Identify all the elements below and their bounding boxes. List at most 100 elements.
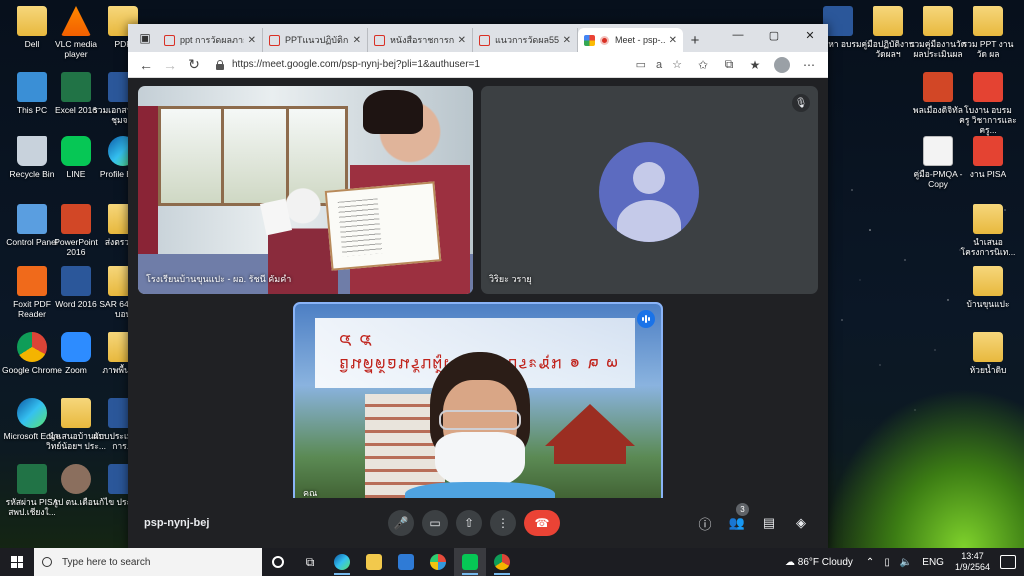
line-icon [462,554,478,570]
refresh-icon[interactable]: ↻ [182,56,206,73]
maximize-icon[interactable]: ▢ [756,24,792,46]
folder-icon [61,398,91,428]
desktop-icon[interactable]: ห้วยน้ำดิบ [958,332,1018,375]
person-icon [61,464,91,494]
tab-official-letter[interactable]: หนังสือราชการการวั... ✕ [368,28,473,52]
end-call-button[interactable]: ☎ [524,510,560,536]
participant-tile[interactable]: โรงเรียนบ้านขุนแปะ - ผอ. รัชนี คัมคำ [138,86,473,294]
participant-tile-active-speaker[interactable]: ยินดีต้อนรับผู้เข้าร่วมประชุม ๑ ๒ ๓ ๔ ๕ … [293,302,663,510]
meeting-info-button[interactable]: ⓘ [696,511,714,535]
taskbar-search[interactable]: Type here to search [34,548,262,576]
tab-meet[interactable]: Meet - psp-... ✕ [578,28,683,52]
close-icon[interactable]: ✕ [458,35,466,46]
taskbar-file-explorer[interactable] [358,548,390,576]
desktop-icon[interactable]: นำเสนอ โครงการนิเท... [958,204,1018,257]
show-hidden-icons[interactable]: ⌃ [866,557,874,568]
desktop-icon-label: รูป ตน.เดือน [53,497,99,507]
desktop-icon[interactable]: งาน PISA [958,136,1018,179]
pdf-icon [479,34,490,46]
desktop-icon-label: โบงาน อบรม ครู วิชาการและครู... [959,105,1017,135]
task-view-button[interactable]: ⧉ [294,548,326,576]
desktop-icon-label: พลเมืองดิจิทัล [913,105,963,115]
participant-tile[interactable]: 🎙 วิริยะ วรายุ [481,86,818,294]
taskbar-chrome[interactable] [486,548,518,576]
folder-icon [973,266,1003,296]
taskbar-line[interactable] [454,548,486,576]
collections-icon[interactable]: ⧉ [716,57,742,72]
network-icon[interactable]: ▯ [884,557,890,568]
clock-time: 13:47 [961,551,984,561]
taskbar-mail[interactable] [390,548,422,576]
camera-button[interactable]: ▭ [422,510,448,536]
tab-title: Meet - psp-... [615,35,665,45]
close-icon[interactable]: ✕ [563,35,571,46]
address-bar: ← → ↻ https://meet.google.com/psp-nynj-b… [128,52,828,78]
cp-icon [17,204,47,234]
tab-actions-icon[interactable]: ▣ [134,27,156,49]
volume-icon[interactable]: 🔈 [900,557,912,568]
desktop-icon[interactable]: บ้านขุนแปะ [958,266,1018,309]
new-tab-button[interactable]: + [683,28,707,52]
meet-icon [584,34,595,46]
extensions-icon[interactable]: ✩ [690,58,716,72]
chrome-icon [494,554,510,570]
pdf-icon [973,72,1003,102]
forward-icon[interactable]: → [158,57,182,73]
translate-icon[interactable]: a [656,59,662,71]
minimize-icon[interactable]: — [720,24,756,46]
profile-avatar[interactable] [774,56,790,73]
zoom-icon [61,332,91,362]
chrome-icon [17,332,47,362]
close-icon[interactable]: ✕ [353,35,361,46]
back-icon[interactable]: ← [134,57,158,73]
url-field[interactable]: https://meet.google.com/psp-nynj-bej?pli… [214,55,682,75]
close-icon[interactable]: ✕ [248,35,256,46]
start-button[interactable] [0,548,34,576]
video-certificate [324,181,442,271]
chat-button[interactable]: ▤ [760,511,778,535]
excel-icon [61,72,91,102]
tab-measurement-guide[interactable]: แนวการวัดผล555.p... ✕ [473,28,578,52]
desktop-icon-label: งาน PISA [969,169,1007,179]
cortana-button[interactable] [262,548,294,576]
desktop-icon-label: ห้วยน้ำดิบ [969,365,1007,375]
taskbar-paint[interactable] [422,548,454,576]
activities-button[interactable]: ◈ [792,511,810,535]
star-icon[interactable]: ☆ [672,58,682,71]
windows-icon [11,556,23,568]
weather-text: 86°F Cloudy [797,556,853,568]
microphone-button[interactable]: 🎤 [388,510,414,536]
video-temple [545,404,635,464]
tab-ppt-measurement[interactable]: ppt การวัดผลภายใ... ✕ [158,28,263,52]
notifications-icon[interactable] [1000,555,1016,569]
favorites-icon[interactable]: ★ [742,58,768,72]
weather-widget[interactable]: ☁ 86°F Cloudy [785,557,853,568]
desktop-icon-label: Excel 2016 [54,105,98,115]
desktop-icon[interactable]: รวม PPT งานวัด ผล [958,6,1018,59]
close-window-icon[interactable]: ✕ [792,24,828,46]
window-controls: — ▢ ✕ [720,24,828,46]
avatar [599,142,699,242]
camera-icon[interactable]: ▭ [636,58,646,71]
more-icon[interactable]: ⋯ [796,58,822,72]
taskbar-edge[interactable] [326,548,358,576]
desktop-icon-label: รวม PPT งานวัด ผล [962,39,1014,59]
browser-window: ▣ ppt การวัดผลภายใ... ✕ PPTแนวปฏิบัติการส… [128,24,828,552]
present-screen-button[interactable]: ⇧ [456,510,482,536]
tab-title: แนวการวัดผล555.p... [495,35,559,45]
participants-button[interactable]: 👥 3 [728,503,749,535]
language-indicator[interactable]: ENG [922,557,944,568]
pdf-icon [164,34,175,46]
vlc-icon [61,6,91,36]
desktop-icon-label: บ้านขุนแปะ [966,299,1010,309]
desktop-icon-label: PowerPoint 2016 [54,237,98,257]
more-options-button[interactable]: ⋮ [490,510,516,536]
desktop-icon[interactable]: โบงาน อบรม ครู วิชาการและครู... [958,72,1018,135]
tab-ppt-guidelines[interactable]: PPTแนวปฏิบัติการส... ✕ [263,28,368,52]
close-icon[interactable]: ✕ [669,35,677,46]
clock[interactable]: 13:47 1/9/2564 [955,551,990,573]
lock-icon [214,59,226,71]
desktop-hill [824,388,1024,548]
edge-icon [334,554,350,570]
pdf-icon [973,136,1003,166]
